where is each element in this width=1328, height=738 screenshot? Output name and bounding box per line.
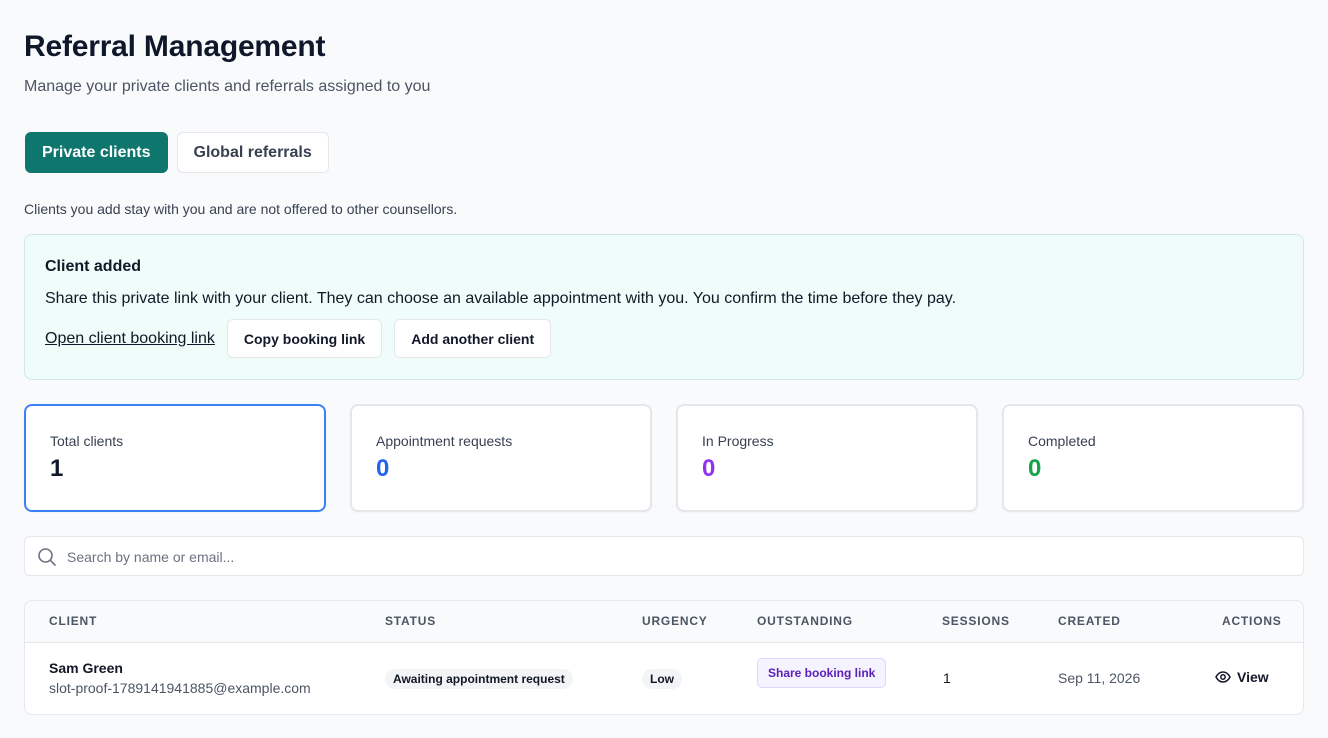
- header-sessions: SESSIONS: [942, 614, 1010, 628]
- view-button[interactable]: View: [1215, 669, 1269, 685]
- stat-card-completed[interactable]: Completed 0: [1002, 404, 1304, 512]
- stat-label: Completed: [1028, 433, 1096, 449]
- search-icon: [38, 548, 56, 566]
- tab-bar: Private clients Global referrals: [25, 132, 329, 173]
- client-cell: Sam Green slot-proof-1789141941885@examp…: [49, 660, 311, 696]
- tab-private-clients[interactable]: Private clients: [25, 132, 168, 173]
- view-label: View: [1237, 669, 1269, 685]
- eye-icon: [1215, 671, 1231, 683]
- header-client: CLIENT: [49, 614, 98, 628]
- open-booking-link[interactable]: Open client booking link: [45, 330, 215, 348]
- page-title: Referral Management: [24, 30, 326, 63]
- search-bar: [24, 536, 1304, 577]
- status-badge: Awaiting appointment request: [385, 669, 573, 689]
- header-actions: ACTIONS: [1222, 614, 1282, 628]
- header-outstanding: OUTSTANDING: [757, 614, 853, 628]
- referral-management-page: Referral Management Manage your private …: [0, 0, 1328, 738]
- copy-booking-link-button[interactable]: Copy booking link: [226, 319, 383, 358]
- stat-card-total-clients[interactable]: Total clients 1: [24, 404, 326, 512]
- search-input[interactable]: [65, 537, 1289, 577]
- stat-card-appointment-requests[interactable]: Appointment requests 0: [350, 404, 652, 512]
- urgency-badge: Low: [642, 669, 682, 689]
- tab-global-referrals[interactable]: Global referrals: [176, 132, 329, 173]
- client-name: Sam Green: [49, 660, 123, 676]
- stat-label: Appointment requests: [376, 433, 513, 449]
- stat-label: Total clients: [50, 433, 124, 449]
- status-cell: Awaiting appointment request: [385, 669, 573, 689]
- stat-card-in-progress[interactable]: In Progress 0: [676, 404, 978, 512]
- notice-text: Share this private link with your client…: [45, 290, 957, 307]
- helper-text: Clients you add stay with you and are no…: [24, 201, 458, 217]
- created-date: Sep 11, 2026: [1058, 670, 1141, 686]
- stats-row: Total clients 1 Appointment requests 0 I…: [24, 404, 1304, 512]
- stat-value: 0: [376, 455, 390, 482]
- page-subtitle: Manage your private clients and referral…: [24, 78, 431, 95]
- stat-value: 0: [1028, 455, 1042, 482]
- stat-label: In Progress: [702, 433, 774, 449]
- header-urgency: URGENCY: [642, 614, 708, 628]
- client-email: slot-proof-1789141941885@example.com: [49, 680, 311, 696]
- sessions-count: 1: [943, 670, 951, 686]
- actions-cell: View: [1215, 669, 1269, 685]
- notice-actions: Open client booking link Copy booking li…: [45, 319, 552, 358]
- clients-table: CLIENT STATUS URGENCY OUTSTANDING SESSIO…: [24, 600, 1304, 715]
- notice-title: Client added: [45, 258, 142, 275]
- add-another-client-button[interactable]: Add another client: [394, 319, 552, 358]
- table-header: CLIENT STATUS URGENCY OUTSTANDING SESSIO…: [25, 601, 1303, 643]
- stat-value: 0: [702, 455, 716, 482]
- urgency-cell: Low: [642, 669, 682, 689]
- stat-value: 1: [50, 455, 64, 482]
- header-created: CREATED: [1058, 614, 1121, 628]
- share-booking-link-button[interactable]: Share booking link: [757, 658, 887, 688]
- header-status: STATUS: [385, 614, 437, 628]
- client-added-notice: Client added Share this private link wit…: [24, 234, 1304, 380]
- outstanding-cell: Share booking link: [757, 658, 887, 688]
